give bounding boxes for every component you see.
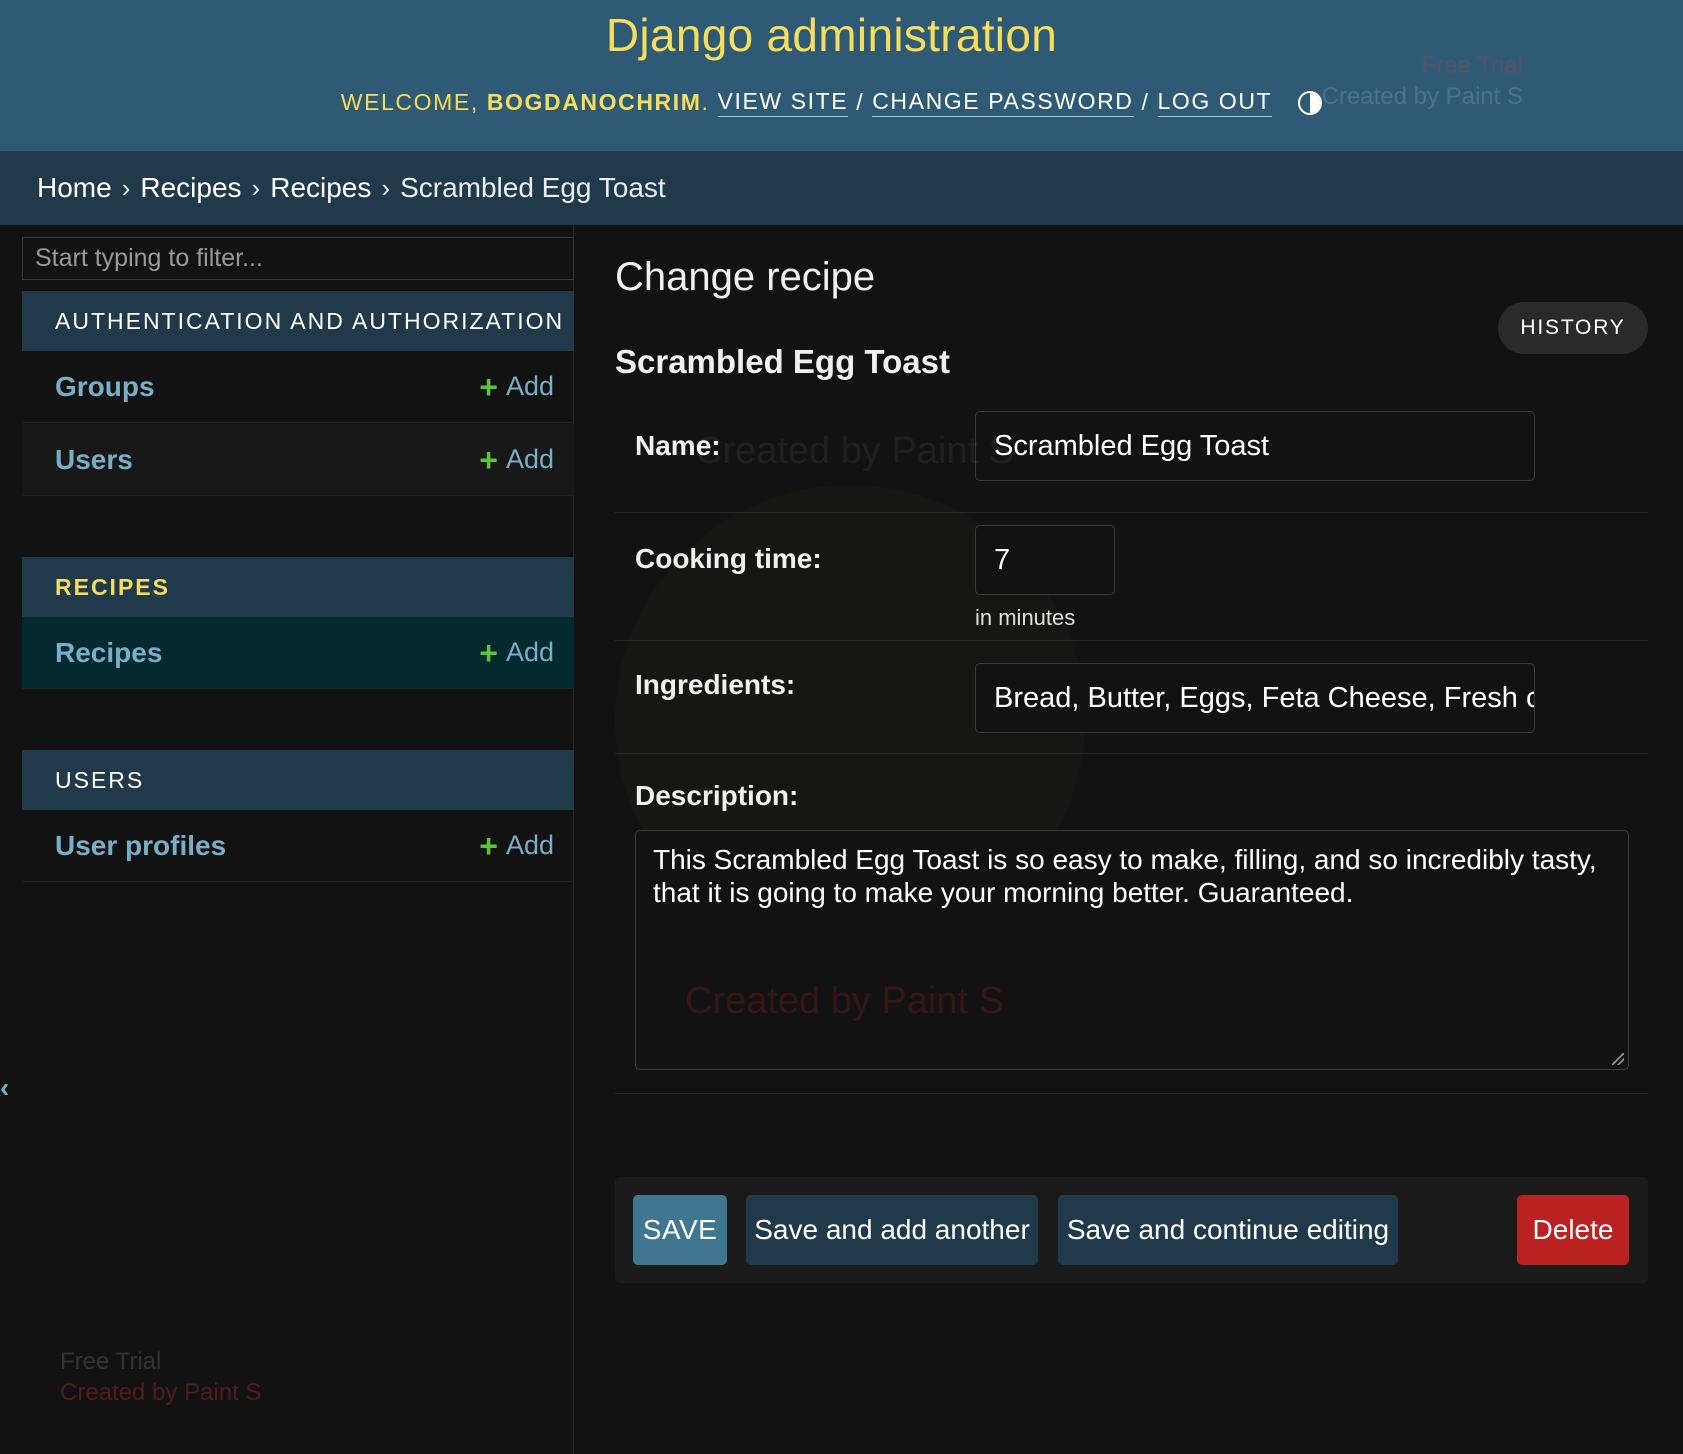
breadcrumb-separator: › <box>121 172 131 203</box>
view-site-link[interactable]: VIEW SITE <box>717 88 849 117</box>
breadcrumb-home[interactable]: Home <box>37 172 112 204</box>
cooking-time-input[interactable]: 7 <box>975 525 1115 595</box>
add-recipe-button[interactable]: + Add <box>479 637 554 669</box>
save-button[interactable]: SAVE <box>633 1195 727 1265</box>
sidebar-item-recipes: Recipes + Add <box>22 617 574 689</box>
add-group-button[interactable]: + Add <box>479 371 554 403</box>
save-and-continue-editing-button[interactable]: Save and continue editing <box>1058 1195 1398 1265</box>
module-caption-auth[interactable]: AUTHENTICATION AND AUTHORIZATION <box>22 291 574 351</box>
user-profiles-link[interactable]: User profiles <box>55 830 226 862</box>
add-user-button[interactable]: + Add <box>479 444 554 476</box>
plus-icon: + <box>479 634 498 671</box>
module-caption-users[interactable]: USERS <box>22 750 574 810</box>
cooking-time-label: Cooking time: <box>635 543 822 574</box>
breadcrumb-recipes-model[interactable]: Recipes <box>270 172 371 204</box>
description-label: Description: <box>635 780 799 811</box>
username: BOGDANOCHRIM <box>486 89 702 115</box>
form-row-ingredients: Ingredients: Bread, Butter, Eggs, Feta C… <box>615 641 1648 754</box>
sidebar-item-users: Users + Add <box>22 424 574 496</box>
header: Django administration WELCOME, BOGDANOCH… <box>0 0 1683 151</box>
log-out-link[interactable]: LOG OUT <box>1157 88 1273 117</box>
submit-row: SAVE Save and add another Save and conti… <box>615 1177 1648 1283</box>
separator: / <box>856 89 865 115</box>
page-title: Change recipe <box>615 255 876 299</box>
theme-toggle-icon[interactable] <box>1298 90 1323 115</box>
separator: / <box>1141 89 1150 115</box>
breadcrumb-recipes-app[interactable]: Recipes <box>140 172 241 204</box>
ingredients-label: Ingredients: <box>635 669 796 700</box>
form-row-cooking-time: Cooking time: 7 in minutes <box>615 513 1648 641</box>
plus-icon: + <box>479 441 498 478</box>
toggle-sidebar-button[interactable]: ‹ <box>0 1072 9 1104</box>
history-button[interactable]: HISTORY <box>1498 302 1648 354</box>
plus-icon: + <box>479 827 498 864</box>
change-password-link[interactable]: CHANGE PASSWORD <box>872 88 1134 117</box>
description-text: This Scrambled Egg Toast is so easy to m… <box>653 844 1597 908</box>
watermark: Created by Paint S <box>685 980 1004 1022</box>
recipes-link[interactable]: Recipes <box>55 637 162 669</box>
plus-icon: + <box>479 368 498 405</box>
groups-link[interactable]: Groups <box>55 371 155 403</box>
module-caption-recipes[interactable]: RECIPES <box>22 557 574 617</box>
watermark: Free Trial Created by Paint S <box>1321 52 1523 110</box>
users-link[interactable]: Users <box>55 444 133 476</box>
watermark: Created by Paint S <box>695 430 1014 472</box>
sidebar-item-groups: Groups + Add <box>22 351 574 423</box>
delete-button[interactable]: Delete <box>1517 1195 1629 1265</box>
name-input[interactable]: Scrambled Egg Toast <box>975 411 1535 481</box>
sidebar-item-user-profiles: User profiles + Add <box>22 810 574 882</box>
save-and-add-another-button[interactable]: Save and add another <box>746 1195 1038 1265</box>
breadcrumb: Home › Recipes › Recipes › Scrambled Egg… <box>0 151 1683 225</box>
object-title: Scrambled Egg Toast <box>615 343 950 380</box>
ingredients-input[interactable]: Bread, Butter, Eggs, Feta Cheese, Fresh … <box>975 663 1535 733</box>
description-textarea[interactable]: This Scrambled Egg Toast is so easy to m… <box>635 830 1629 1070</box>
nav-filter-input[interactable] <box>22 237 574 280</box>
resize-grip-icon[interactable] <box>1612 1053 1624 1065</box>
breadcrumb-separator: › <box>251 172 261 203</box>
cooking-time-help: in minutes <box>975 605 1076 630</box>
breadcrumb-separator: › <box>381 172 391 203</box>
add-user-profile-button[interactable]: + Add <box>479 830 554 862</box>
breadcrumb-current: Scrambled Egg Toast <box>400 172 666 203</box>
form-row-description: Description: This Scrambled Egg Toast is… <box>615 754 1648 1094</box>
welcome-text: WELCOME, BOGDANOCHRIM. <box>340 89 710 115</box>
sidebar: AUTHENTICATION AND AUTHORIZATION Groups … <box>22 225 574 1454</box>
watermark: Free Trial Created by Paint S <box>60 1348 262 1406</box>
